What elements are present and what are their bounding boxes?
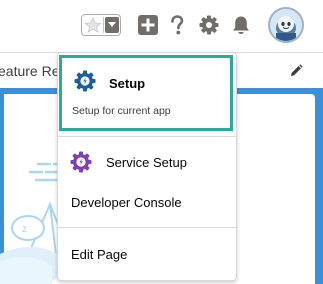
menu-item-edit-page[interactable]: Edit Page: [71, 247, 127, 262]
menu-item-label: Setup: [109, 76, 146, 91]
favorites-button-group: [81, 14, 121, 36]
menu-divider: [58, 227, 236, 228]
menu-item-setup[interactable]: Setup Setup for current app: [59, 55, 233, 131]
menu-item-service-setup[interactable]: Service Setup: [58, 147, 236, 175]
chevron-down-icon[interactable]: [105, 17, 119, 33]
favorites-divider: [103, 17, 104, 33]
question-icon[interactable]: [166, 14, 188, 36]
global-header: [0, 0, 323, 52]
page-title: eature Re: [0, 63, 60, 79]
menu-item-label: Service Setup: [106, 155, 187, 170]
setup-menu: Setup Setup for current app Service Setu…: [57, 52, 237, 281]
menu-item-sublabel: Setup for current app: [72, 105, 171, 117]
pencil-icon[interactable]: [289, 64, 303, 83]
gear-icon: [69, 150, 93, 179]
gear-icon[interactable]: [198, 14, 220, 36]
bell-icon[interactable]: [230, 14, 252, 36]
star-icon[interactable]: [83, 16, 103, 34]
plus-icon[interactable]: [137, 14, 159, 36]
menu-item-developer-console[interactable]: Developer Console: [71, 195, 182, 210]
svg-text:z: z: [22, 224, 27, 235]
menu-divider: [58, 136, 236, 137]
gear-icon: [73, 69, 97, 98]
astro-avatar-icon[interactable]: [268, 7, 304, 43]
